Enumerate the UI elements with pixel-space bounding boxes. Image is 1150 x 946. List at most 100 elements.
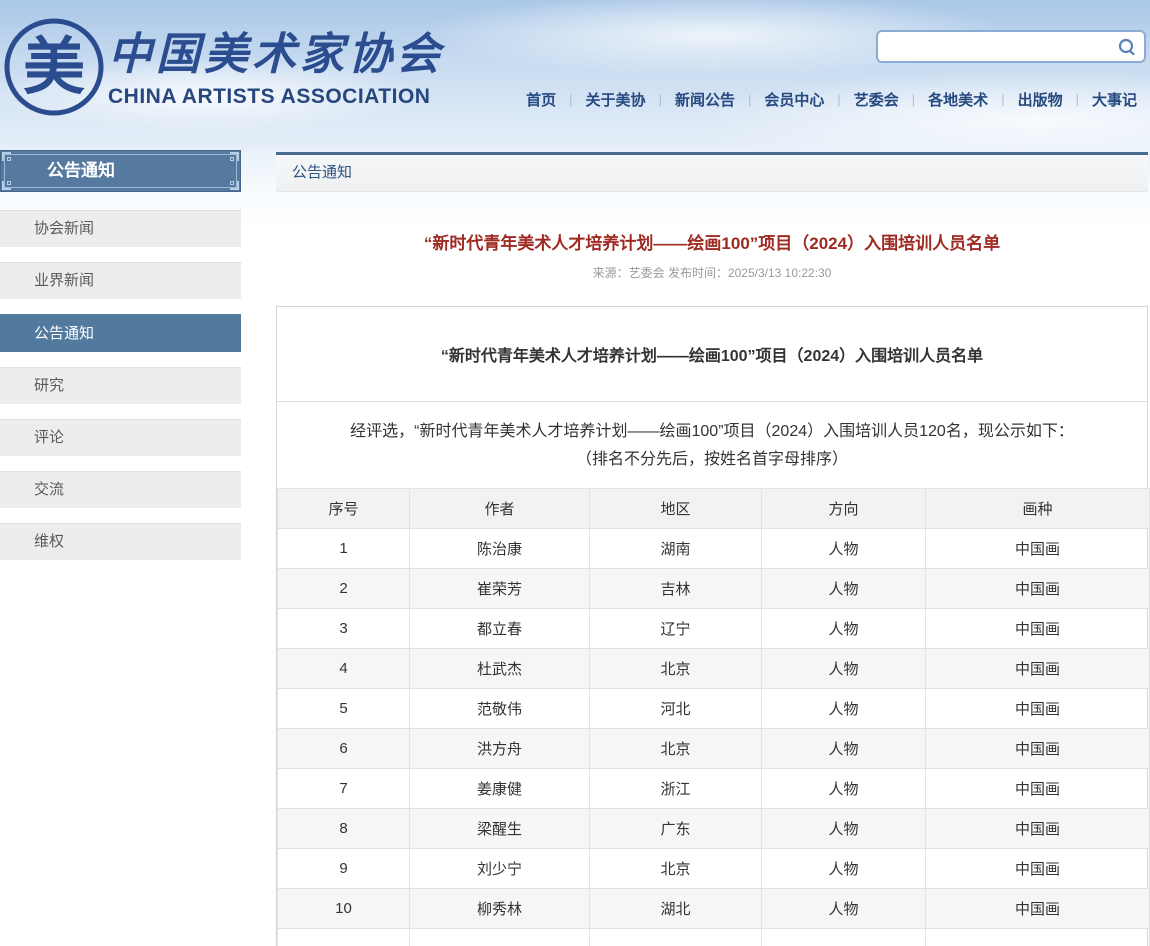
seal-logo-icon: 美 bbox=[3, 16, 105, 118]
corner-ornament-icon bbox=[226, 177, 239, 190]
cell-category: 中国画 bbox=[926, 809, 1150, 849]
site-logo-english: CHINA ARTISTS ASSOCIATION bbox=[108, 85, 430, 109]
corner-ornament-icon bbox=[2, 177, 15, 190]
cell-no: 4 bbox=[278, 649, 410, 689]
cell-region: 辽宁 bbox=[590, 609, 762, 649]
table-row-partial bbox=[278, 929, 1150, 946]
nav-item-committee[interactable]: 艺委会 bbox=[841, 89, 912, 110]
table-row: 8梁醒生广东人物中国画 bbox=[278, 809, 1150, 849]
article-intro: 经评选，“新时代青年美术人才培养计划——绘画100”项目（2024）入围培训人员… bbox=[277, 402, 1147, 488]
col-header-author: 作者 bbox=[410, 489, 590, 529]
nav-item-members[interactable]: 会员中心 bbox=[751, 89, 837, 110]
cell-category: 中国画 bbox=[926, 569, 1150, 609]
table-row: 5范敬伟河北人物中国画 bbox=[278, 689, 1150, 729]
corner-ornament-icon bbox=[226, 152, 239, 165]
cell-author: 陈治康 bbox=[410, 529, 590, 569]
cell-no: 1 bbox=[278, 529, 410, 569]
cell-no: 5 bbox=[278, 689, 410, 729]
sidebar-item-notices[interactable]: 公告通知 bbox=[0, 314, 241, 352]
shortlist-table: 序号 作者 地区 方向 画种 1陈治康湖南人物中国画 2崔荣芳吉林人物中国画 3… bbox=[277, 488, 1150, 946]
cell-category: 中国画 bbox=[926, 649, 1150, 689]
article-body: “新时代青年美术人才培养计划——绘画100”项目（2024）入围培训人员名单 经… bbox=[276, 306, 1148, 946]
site-header: 美 中国美术家协会 CHINA ARTISTS ASSOCIATION 首页| … bbox=[0, 0, 1150, 140]
cell-author: 范敬伟 bbox=[410, 689, 590, 729]
cell-no: 7 bbox=[278, 769, 410, 809]
col-header-category: 画种 bbox=[926, 489, 1150, 529]
cell-category: 中国画 bbox=[926, 609, 1150, 649]
cell-author: 梁醒生 bbox=[410, 809, 590, 849]
cell-author: 崔荣芳 bbox=[410, 569, 590, 609]
sidebar-item-association-news[interactable]: 协会新闻 bbox=[0, 210, 241, 247]
nav-item-publications[interactable]: 出版物 bbox=[1005, 89, 1076, 110]
cell-category: 中国画 bbox=[926, 889, 1150, 929]
cell-region: 湖北 bbox=[590, 889, 762, 929]
cell-direction: 人物 bbox=[762, 769, 926, 809]
article-box-title: “新时代青年美术人才培养计划——绘画100”项目（2024）入围培训人员名单 bbox=[277, 307, 1147, 402]
sidebar-header-label: 公告通知 bbox=[47, 161, 115, 180]
cell-direction: 人物 bbox=[762, 649, 926, 689]
sidebar-item-commentary[interactable]: 评论 bbox=[0, 419, 241, 456]
sidebar: 公告通知 协会新闻 业界新闻 公告通知 研究 评论 交流 维权 bbox=[0, 150, 241, 575]
cell-category: 中国画 bbox=[926, 849, 1150, 889]
cell-no: 2 bbox=[278, 569, 410, 609]
table-row: 1陈治康湖南人物中国画 bbox=[278, 529, 1150, 569]
cell-no: 6 bbox=[278, 729, 410, 769]
cell-no: 9 bbox=[278, 849, 410, 889]
cell-region: 湖南 bbox=[590, 529, 762, 569]
cell-no: 10 bbox=[278, 889, 410, 929]
search-input[interactable] bbox=[878, 32, 1117, 61]
cell-direction: 人物 bbox=[762, 849, 926, 889]
nav-item-about[interactable]: 关于美协 bbox=[573, 89, 659, 110]
search-box bbox=[876, 30, 1146, 63]
nav-item-news[interactable]: 新闻公告 bbox=[662, 89, 748, 110]
cell-direction: 人物 bbox=[762, 569, 926, 609]
cell-region: 北京 bbox=[590, 649, 762, 689]
corner-ornament-icon bbox=[2, 152, 15, 165]
main-nav: 首页| 关于美协| 新闻公告| 会员中心| 艺委会| 各地美术| 出版物| 大事… bbox=[513, 84, 1150, 114]
cell-author: 杜武杰 bbox=[410, 649, 590, 689]
breadcrumb: 公告通知 bbox=[276, 152, 1148, 192]
cell-author: 柳秀林 bbox=[410, 889, 590, 929]
cell-author: 都立春 bbox=[410, 609, 590, 649]
cell-region: 北京 bbox=[590, 849, 762, 889]
cell-author: 洪方舟 bbox=[410, 729, 590, 769]
main-content: 公告通知 “新时代青年美术人才培养计划——绘画100”项目（2024）入围培训人… bbox=[276, 152, 1148, 946]
cell-no: 3 bbox=[278, 609, 410, 649]
page-title: “新时代青年美术人才培养计划——绘画100”项目（2024）入围培训人员名单 bbox=[276, 229, 1148, 254]
col-header-no: 序号 bbox=[278, 489, 410, 529]
cell-region: 河北 bbox=[590, 689, 762, 729]
cell-region: 吉林 bbox=[590, 569, 762, 609]
cell-region: 广东 bbox=[590, 809, 762, 849]
sidebar-header: 公告通知 bbox=[0, 150, 241, 192]
cell-direction: 人物 bbox=[762, 529, 926, 569]
cell-region: 北京 bbox=[590, 729, 762, 769]
cell-no: 8 bbox=[278, 809, 410, 849]
table-row: 7姜康健浙江人物中国画 bbox=[278, 769, 1150, 809]
article-meta: 来源：艺委会 发布时间：2025/3/13 10:22:30 bbox=[276, 264, 1148, 281]
cell-category: 中国画 bbox=[926, 769, 1150, 809]
cell-author: 姜康健 bbox=[410, 769, 590, 809]
cell-category: 中国画 bbox=[926, 729, 1150, 769]
sidebar-item-industry-news[interactable]: 业界新闻 bbox=[0, 262, 241, 299]
nav-item-home[interactable]: 首页 bbox=[513, 89, 569, 110]
cell-author: 刘少宁 bbox=[410, 849, 590, 889]
nav-item-regional[interactable]: 各地美术 bbox=[915, 89, 1001, 110]
cell-category: 中国画 bbox=[926, 689, 1150, 729]
col-header-region: 地区 bbox=[590, 489, 762, 529]
table-header-row: 序号 作者 地区 方向 画种 bbox=[278, 489, 1150, 529]
cell-direction: 人物 bbox=[762, 689, 926, 729]
sidebar-list: 协会新闻 业界新闻 公告通知 研究 评论 交流 维权 bbox=[0, 210, 241, 560]
table-row: 3都立春辽宁人物中国画 bbox=[278, 609, 1150, 649]
table-row: 10柳秀林湖北人物中国画 bbox=[278, 889, 1150, 929]
cell-direction: 人物 bbox=[762, 609, 926, 649]
table-row: 9刘少宁北京人物中国画 bbox=[278, 849, 1150, 889]
table-row: 2崔荣芳吉林人物中国画 bbox=[278, 569, 1150, 609]
cell-category: 中国画 bbox=[926, 529, 1150, 569]
nav-item-events[interactable]: 大事记 bbox=[1079, 89, 1150, 110]
sidebar-item-exchange[interactable]: 交流 bbox=[0, 471, 241, 508]
sidebar-item-rights[interactable]: 维权 bbox=[0, 523, 241, 560]
svg-text:美: 美 bbox=[23, 30, 85, 103]
sidebar-item-research[interactable]: 研究 bbox=[0, 367, 241, 404]
cell-region: 浙江 bbox=[590, 769, 762, 809]
search-icon[interactable] bbox=[1117, 37, 1137, 57]
